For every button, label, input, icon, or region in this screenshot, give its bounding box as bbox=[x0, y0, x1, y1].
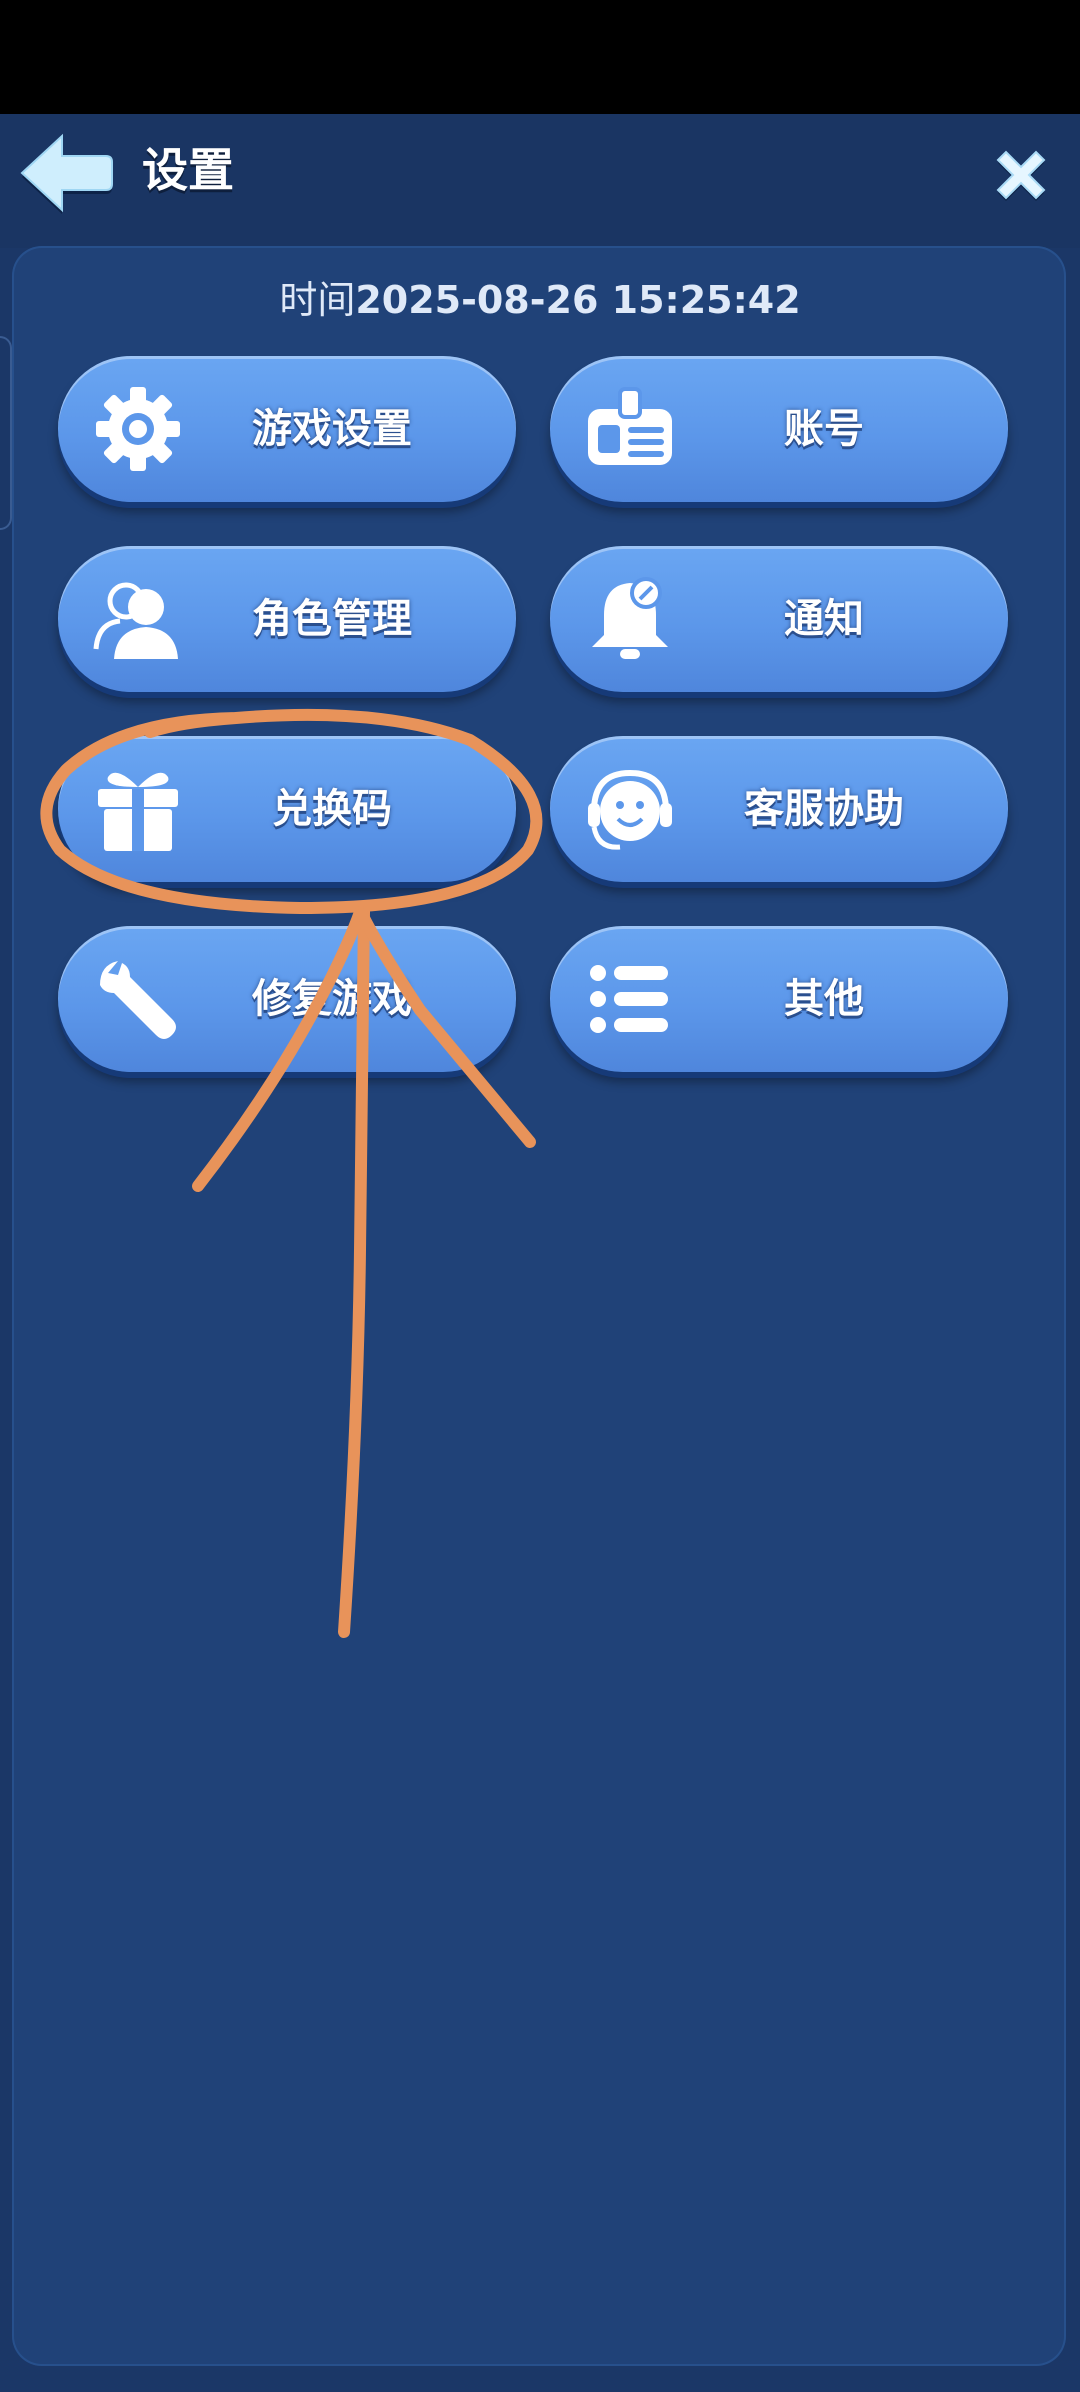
other-label: 其他 bbox=[784, 976, 864, 1022]
wrench-icon bbox=[100, 961, 176, 1039]
status-bar bbox=[0, 0, 1080, 114]
bell-icon bbox=[592, 577, 668, 659]
repair-game-label: 修复游戏 bbox=[252, 976, 412, 1022]
gift-icon bbox=[98, 772, 178, 851]
role-management-label: 角色管理 bbox=[252, 596, 412, 642]
close-button[interactable] bbox=[990, 144, 1052, 206]
customer-support-label: 客服协助 bbox=[744, 786, 904, 832]
role-management-button[interactable]: 角色管理 bbox=[58, 546, 516, 692]
redeem-code-label: 兑换码 bbox=[272, 786, 392, 832]
headset-icon bbox=[588, 769, 672, 850]
id-card-icon bbox=[588, 387, 672, 465]
time-display: 时间2025-08-26 15:25:42 bbox=[0, 272, 1080, 328]
arrow-left-icon bbox=[20, 133, 113, 214]
gear-icon bbox=[96, 387, 180, 471]
list-icon bbox=[590, 965, 668, 1033]
edge-handle[interactable] bbox=[0, 336, 12, 530]
other-button[interactable]: 其他 bbox=[550, 926, 1008, 1072]
customer-support-button[interactable]: 客服协助 bbox=[550, 736, 1008, 882]
game-settings-button[interactable]: 游戏设置 bbox=[58, 356, 516, 502]
notification-button[interactable]: 通知 bbox=[550, 546, 1008, 692]
notification-label: 通知 bbox=[784, 596, 864, 642]
account-button[interactable]: 账号 bbox=[550, 356, 1008, 502]
back-button[interactable] bbox=[14, 128, 114, 218]
page-title: 设置 bbox=[142, 143, 234, 197]
redeem-code-button[interactable]: 兑换码 bbox=[58, 736, 516, 882]
users-icon bbox=[93, 582, 178, 659]
repair-game-button[interactable]: 修复游戏 bbox=[58, 926, 516, 1072]
time-value: 2025-08-26 15:25:42 bbox=[355, 278, 801, 322]
game-settings-label: 游戏设置 bbox=[252, 406, 412, 452]
account-label: 账号 bbox=[784, 406, 864, 452]
time-label: 时间 bbox=[279, 278, 356, 322]
close-icon bbox=[996, 150, 1046, 201]
